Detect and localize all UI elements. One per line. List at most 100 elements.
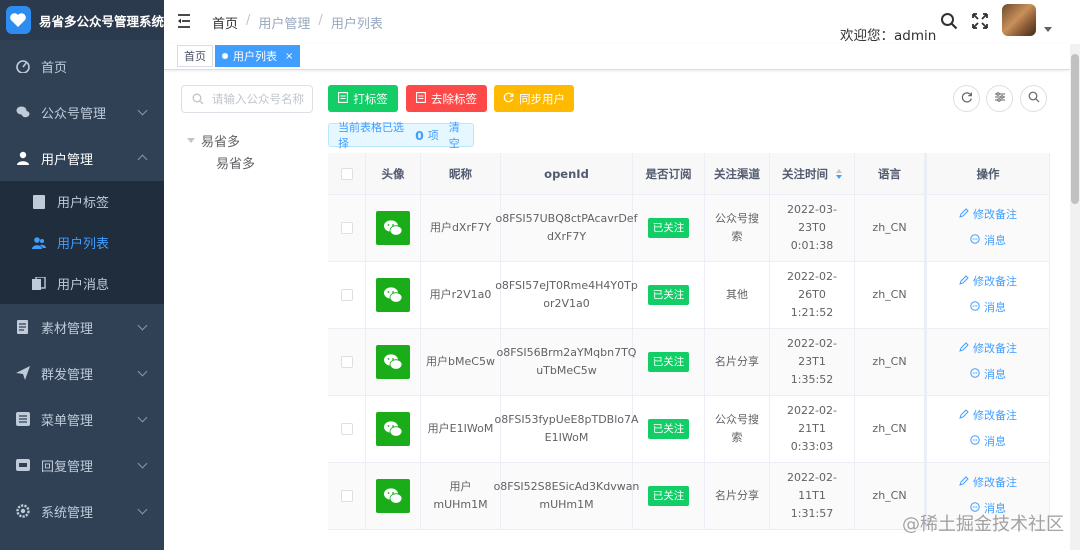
vertical-scrollbar[interactable]	[1070, 44, 1080, 550]
channel-line: 名片分享	[715, 355, 759, 368]
top-navbar: 首页 / 用户管理 / 用户列表 欢迎您：admin	[164, 0, 1080, 44]
time-line: 1:31:57	[790, 507, 834, 520]
search-icon[interactable]	[940, 12, 958, 30]
sidebar-item-label: 用户标签	[57, 196, 110, 211]
sidebar-item-label: 系统管理	[41, 505, 94, 521]
refresh-button[interactable]	[953, 85, 980, 112]
time-line: 2022-03-23T0	[787, 203, 837, 234]
breadcrumb-item: 用户管理	[258, 17, 311, 32]
subscribe-time-cell: 2022-03-23T0 0:01:38	[770, 195, 855, 261]
button-label: 同步用户	[519, 93, 565, 106]
nickname-cell: 用户E1IWoM	[421, 396, 501, 462]
sidebar-item-user-tags[interactable]: 用户标签	[0, 181, 164, 222]
account-search-input[interactable]	[212, 92, 312, 106]
search-icon	[192, 93, 204, 105]
column-header-openid: openId	[501, 153, 633, 194]
nickname-cell: 用户mUHm1M	[421, 463, 501, 529]
chevron-down-icon	[137, 366, 148, 377]
edit-remark-link[interactable]: 修改备注	[959, 273, 1017, 291]
material-icon	[16, 320, 30, 334]
wechat-avatar-icon[interactable]	[376, 278, 410, 312]
time-line: 1:21:52	[790, 306, 834, 319]
message-link[interactable]: 消息	[970, 433, 1006, 451]
sidebar-item-wechat[interactable]: 公众号管理	[0, 89, 164, 135]
tab-user-list[interactable]: 用户列表 ×	[215, 45, 301, 67]
edit-remark-link[interactable]: 修改备注	[959, 340, 1017, 358]
close-icon[interactable]: ×	[285, 51, 293, 62]
time-line: 0:01:38	[790, 239, 834, 252]
hamburger-icon[interactable]	[178, 14, 194, 28]
column-settings-button[interactable]	[986, 85, 1013, 112]
link-label: 消息	[984, 234, 1006, 247]
edit-remark-link[interactable]: 修改备注	[959, 474, 1017, 492]
chevron-down-icon	[137, 105, 148, 116]
actions-cell: 修改备注 消息	[925, 262, 1050, 328]
wechat-avatar-icon[interactable]	[376, 211, 410, 245]
search-icon	[1028, 91, 1040, 106]
clear-selection-link[interactable]: 清 空	[449, 119, 473, 151]
row-checkbox[interactable]	[340, 222, 353, 234]
message-link[interactable]: 消息	[970, 366, 1006, 384]
row-checkbox[interactable]	[340, 423, 353, 435]
breadcrumb-item[interactable]: 首页	[212, 13, 238, 32]
tree-node-root[interactable]: 易省多	[187, 131, 240, 150]
fullscreen-icon[interactable]	[972, 13, 988, 29]
edit-remark-link[interactable]: 修改备注	[959, 407, 1017, 425]
tree-node-child[interactable]: 易省多	[216, 153, 255, 172]
sidebar-item-reply[interactable]: 回复管理	[0, 442, 164, 488]
subscribed-cell: 已关注	[633, 463, 705, 529]
selection-suffix: 项	[427, 129, 439, 142]
add-tag-button[interactable]: 打标签	[328, 85, 398, 112]
sidebar-item-broadcast[interactable]: 群发管理	[0, 350, 164, 396]
caret-down-icon[interactable]	[187, 138, 195, 143]
wechat-avatar-icon[interactable]	[376, 479, 410, 513]
column-header-avatar: 头像	[366, 153, 421, 194]
account-search-field[interactable]	[181, 85, 313, 113]
sidebar-item-user-messages[interactable]: 用户消息	[0, 263, 164, 304]
openid-line: or2V1a0	[543, 297, 590, 310]
remove-tag-button[interactable]: 去除标签	[406, 85, 487, 112]
chat-icon	[970, 366, 980, 384]
row-checkbox[interactable]	[340, 289, 353, 301]
sort-icon[interactable]	[832, 168, 842, 179]
scrollbar-thumb[interactable]	[1071, 54, 1079, 204]
dashboard-icon	[16, 59, 30, 73]
row-checkbox[interactable]	[340, 356, 353, 368]
tab-label: 首页	[184, 50, 206, 63]
row-checkbox[interactable]	[340, 490, 353, 502]
caret-down-icon[interactable]	[1044, 27, 1052, 32]
channel-line: 索	[731, 230, 743, 243]
sidebar-item-label: 菜单管理	[41, 413, 94, 429]
button-label: 去除标签	[431, 93, 477, 106]
sidebar-item-user-list[interactable]: 用户列表	[0, 222, 164, 263]
edit-remark-link[interactable]: 修改备注	[959, 206, 1017, 224]
channel-cell: 其他	[705, 262, 770, 328]
breadcrumb-separator: /	[318, 13, 323, 28]
tree-node-label: 易省多	[201, 135, 241, 150]
toggle-search-button[interactable]	[1020, 85, 1047, 112]
message-link[interactable]: 消息	[970, 299, 1006, 317]
wechat-avatar-icon[interactable]	[376, 412, 410, 446]
sidebar-item-menu[interactable]: 菜单管理	[0, 396, 164, 442]
sidebar-item-material[interactable]: 素材管理	[0, 304, 164, 350]
actions-cell: 修改备注 消息	[925, 396, 1050, 462]
sidebar-item-system[interactable]: 系统管理	[0, 488, 164, 534]
select-all-checkbox[interactable]	[340, 167, 353, 180]
openid-cell: o8FSI52S8ESicAd3Kdvwan mUHm1M	[494, 463, 639, 529]
link-label: 修改备注	[973, 208, 1017, 221]
sidebar-item-label: 用户列表	[57, 237, 110, 252]
tab-home[interactable]: 首页	[177, 45, 213, 67]
openid-cell: o8FSI57UBQ8ctPAcavrDef dXrF7Y	[496, 195, 637, 261]
wechat-avatar-icon[interactable]	[376, 345, 410, 379]
nickname-cell: 用户dXrF7Y	[421, 195, 501, 261]
sync-users-button[interactable]: 同步用户	[494, 85, 574, 112]
sidebar-item-home[interactable]: 首页	[0, 43, 164, 89]
sidebar-item-users[interactable]: 用户管理	[0, 135, 164, 181]
openid-line: E1IWoM	[544, 431, 589, 444]
avatar[interactable]	[1002, 4, 1036, 36]
actions-cell: 修改备注 消息	[925, 329, 1050, 395]
message-link[interactable]: 消息	[970, 232, 1006, 250]
column-header-subscribe-time-cell[interactable]: 关注时间	[770, 153, 855, 194]
openid-cell: o8FSI53fypUeE8pTDBlo7A E1IWoM	[494, 396, 639, 462]
status-badge: 已关注	[647, 218, 690, 238]
